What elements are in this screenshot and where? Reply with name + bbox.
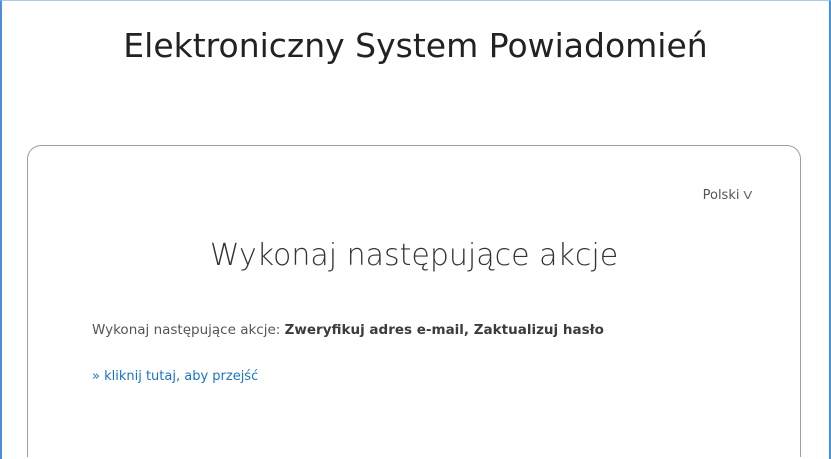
login-card: Polski V Wykonaj następujące akcje Wykon… [27,145,801,457]
required-actions-list: Zweryfikuj adres e-mail, Zaktualizuj has… [284,322,604,338]
language-label: Polski [702,188,740,203]
required-actions-prefix: Wykonaj następujące akcje: [92,322,281,338]
chevron-down-icon: V [743,189,753,202]
app-title: Elektroniczny System Powiadomień [123,26,708,65]
language-selector[interactable]: Polski V [702,188,753,203]
page-title: Wykonaj następujące akcje [209,238,619,273]
proceed-link[interactable]: » kliknij tutaj, aby przejść [92,369,258,384]
required-actions-text: Wykonaj następujące akcje: Zweryfikuj ad… [92,322,604,338]
